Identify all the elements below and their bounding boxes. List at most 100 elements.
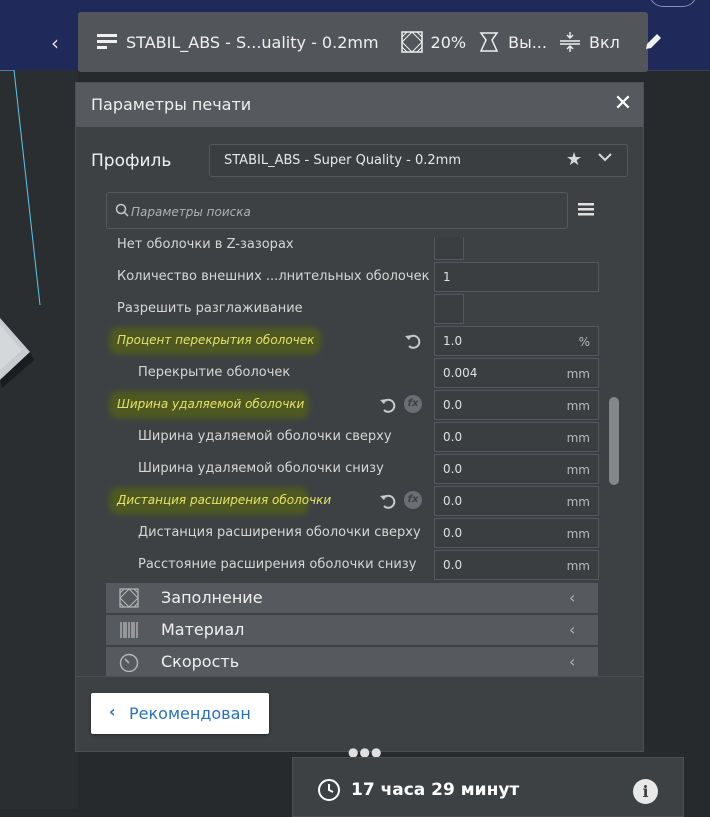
print-time-label: 17 часа 29 минут [351, 780, 520, 800]
panel-title: Параметры печати [91, 95, 252, 114]
3d-viewport[interactable] [0, 70, 78, 809]
reset-icon[interactable] [378, 491, 398, 511]
chevron-left-icon: ‹ [109, 702, 116, 721]
setting-input[interactable]: 0.0 mm [434, 454, 599, 484]
setting-row[interactable]: Количество внешних ...лнительных оболоче… [106, 261, 601, 293]
print-time-bar: 17 часа 29 минут i [292, 757, 684, 817]
header-adhesion-value: Вкл [588, 32, 620, 52]
star-icon[interactable]: ★ [566, 149, 582, 170]
recommended-label: Рекомендован [129, 704, 251, 723]
chevron-left-icon: ‹ [569, 588, 576, 607]
infill-icon [400, 31, 423, 53]
setting-value: 0.0 [443, 462, 463, 476]
setting-unit: mm [566, 399, 590, 413]
setting-row[interactable]: Перекрытие оболочек 0.004 mm [106, 357, 601, 389]
header-support-value: Вы... [508, 32, 547, 52]
setting-row[interactable]: Нет оболочки в Z-зазорах [106, 237, 601, 261]
category-infill[interactable]: Заполнение ‹ [106, 583, 598, 613]
chevron-down-icon [597, 149, 613, 169]
menu-icon[interactable] [576, 199, 596, 219]
setting-value: 0.0 [443, 558, 463, 572]
setting-value: 0.0 [443, 430, 463, 444]
setting-row[interactable]: Ширина удаляемой оболочки сверху 0.0 mm [106, 421, 601, 453]
setting-input[interactable]: 0.0 mm [434, 486, 599, 516]
header-profile-name: STABIL_ABS - S...uality - 0.2mm [126, 32, 379, 52]
setting-label: Дистанция расширения оболочки сверху [138, 525, 421, 540]
setting-unit: % [578, 335, 590, 349]
profile-select[interactable]: STABIL_ABS - Super Quality - 0.2mm ★ [209, 144, 628, 177]
build-plate-preview [0, 70, 41, 388]
material-icon [120, 622, 138, 638]
close-icon[interactable]: ✕ [611, 91, 635, 117]
adhesion-icon [559, 32, 580, 52]
setting-unit: mm [566, 495, 590, 509]
setting-unit: mm [566, 559, 590, 573]
setting-checkbox[interactable] [434, 294, 464, 324]
panel-header: Параметры печати ✕ [76, 83, 643, 127]
setting-unit: mm [566, 463, 590, 477]
setting-row[interactable]: Ширина удаляемой оболочки снизу 0.0 mm [106, 453, 601, 485]
setting-input[interactable]: 0.0 mm [434, 390, 599, 420]
back-icon[interactable]: ‹ [40, 28, 70, 58]
category-label: Скорость [161, 652, 240, 671]
category-label: Материал [161, 620, 245, 639]
setting-label: Количество внешних ...лнительных оболоче… [117, 269, 430, 284]
chevron-left-icon: ‹ [569, 620, 576, 639]
header-infill-value: 20% [430, 32, 467, 52]
setting-input[interactable]: 0.0 mm [434, 422, 599, 452]
setting-checkbox[interactable] [434, 237, 464, 260]
setting-input[interactable]: 1.0% [434, 326, 599, 356]
setting-label: Ширина удаляемой оболочки сверху [138, 429, 392, 444]
setting-row[interactable]: Дистанция расширения оболочки сверху 0.0 m… [106, 517, 601, 549]
profile-label: Профиль [91, 151, 172, 171]
speed-icon [119, 653, 139, 672]
print-settings-panel: Параметры печати ✕ Профиль STABIL_ABS - … [75, 82, 644, 759]
reset-icon[interactable] [378, 395, 398, 415]
category-speed[interactable]: Скорость ‹ [106, 647, 598, 677]
setting-value: 0.0 [443, 398, 463, 412]
setting-label: Нет оболочки в Z-зазорах [117, 237, 294, 252]
setting-input[interactable]: 0.0 mm [434, 550, 599, 580]
setting-label: Расстояние расширения оболочки снизу [138, 557, 417, 572]
setting-value: 1 [443, 270, 451, 284]
profile-icon [97, 34, 117, 49]
recommended-button[interactable]: ‹ Рекомендован [91, 693, 269, 734]
info-icon[interactable]: i [633, 779, 658, 804]
setting-input[interactable]: 0.0 mm [434, 518, 599, 548]
support-icon [479, 32, 499, 52]
search-input[interactable] [129, 202, 563, 222]
settings-scrollbar[interactable] [609, 397, 619, 485]
infill-icon [119, 588, 139, 608]
setting-row[interactable]: Дистанция расширения оболочки fx 0.0 mm [106, 485, 601, 517]
setting-value: 1.0 [443, 334, 463, 348]
search-icon [115, 203, 129, 217]
category-material[interactable]: Материал ‹ [106, 615, 598, 645]
setting-label: Ширина удаляемой оболочки [117, 397, 305, 411]
setting-row[interactable]: Ширина удаляемой оболочки fx 0.0 mm [106, 389, 601, 421]
setting-label: Ширина удаляемой оболочки снизу [138, 461, 384, 476]
setting-row[interactable]: Разрешить разглаживание [106, 293, 601, 325]
setting-row[interactable]: Расстояние расширения оболочки снизу 0.0 m… [106, 549, 601, 581]
chevron-left-icon: ‹ [569, 652, 576, 671]
category-label: Заполнение [161, 588, 263, 607]
setting-label: Перекрытие оболочек [138, 365, 291, 380]
settings-list[interactable]: Нет оболочки в Z-зазорах Количество внешн… [106, 237, 616, 584]
setting-label: Процент перекрытия оболочек [117, 333, 315, 347]
function-icon[interactable]: fx [404, 395, 422, 413]
setting-value: 0.0 [443, 526, 463, 540]
setting-label: Разрешить разглаживание [117, 301, 303, 316]
clock-icon [318, 779, 340, 801]
setting-unit: mm [566, 527, 590, 541]
reset-icon[interactable] [403, 331, 423, 351]
setting-row[interactable]: Процент перекрытия оболочек 1.0% [106, 325, 601, 357]
print-settings-header[interactable]: STABIL_ABS - S...uality - 0.2mm 20% Вы..… [78, 12, 661, 72]
top-right-button[interactable] [649, 0, 697, 7]
profile-select-value: STABIL_ABS - Super Quality - 0.2mm [224, 153, 461, 168]
pencil-icon[interactable] [642, 31, 664, 53]
function-icon[interactable]: fx [404, 491, 422, 509]
setting-input[interactable]: 0.004 mm [434, 358, 599, 388]
setting-input[interactable]: 1 [434, 262, 599, 292]
setting-value: 0.004 [443, 366, 478, 380]
search-box[interactable] [106, 192, 568, 229]
footer-divider [76, 676, 643, 677]
